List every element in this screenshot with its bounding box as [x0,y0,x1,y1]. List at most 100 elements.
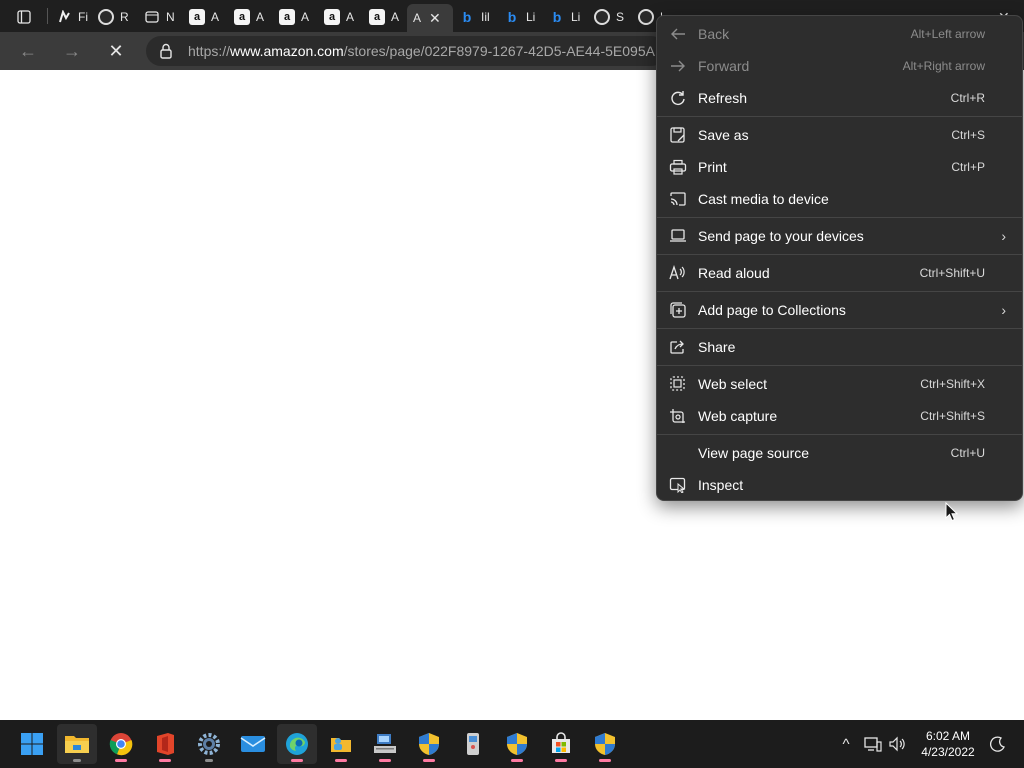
tab-separator [47,8,48,24]
focus-moon-icon [990,736,1005,752]
close-tab-icon[interactable]: ✕ [429,10,441,27]
amazon-icon: a [279,9,295,25]
menu-item-web-capture[interactable]: Web capture Ctrl+Shift+S [657,400,1022,432]
menu-item-forward[interactable]: Forward Alt+Right arrow [657,50,1022,82]
menu-item-label: Print [698,159,727,175]
web-select-icon [670,376,685,391]
tab[interactable]: aA [363,4,407,30]
tab-title: S [616,10,625,24]
menu-item-refresh[interactable]: Refresh Ctrl+R [657,82,1022,114]
volume-button[interactable] [888,734,908,754]
menu-item-print[interactable]: Print Ctrl+P [657,151,1022,183]
tab[interactable]: N [138,4,182,30]
menu-item-shortcut: Ctrl+Shift+S [920,409,985,423]
tab-title: Iil [481,10,490,24]
edge-icon [286,733,308,755]
running-indicator [423,759,435,762]
tab[interactable]: b Li [498,4,542,30]
taskbar-office[interactable] [145,724,185,764]
tab[interactable]: Fi [50,4,92,30]
taskbar-remote[interactable] [453,724,493,764]
menu-item-cast-media[interactable]: Cast media to device [657,183,1022,215]
tab-active[interactable]: A ✕ [407,4,453,32]
remote-icon [467,733,479,755]
url-domain: www.amazon.com [230,43,344,59]
forward-arrow-icon [671,60,685,72]
tab-title: Li [526,10,536,24]
taskbar-network-computer[interactable] [365,724,405,764]
tab[interactable]: aA [273,4,317,30]
tab[interactable]: R [92,4,136,30]
cast-icon [670,192,686,206]
taskbar-settings[interactable] [189,724,229,764]
menu-item-inspect[interactable]: Inspect [657,469,1022,501]
save-as-icon [670,127,685,143]
inspect-icon [669,477,686,493]
back-arrow-icon [671,28,685,40]
taskbar-edge[interactable] [277,724,317,764]
menu-item-label: Inspect [698,477,744,493]
menu-item-shortcut: Ctrl+Shift+U [919,266,985,280]
taskbar-store[interactable] [541,724,581,764]
tab[interactable]: b Iil [453,4,497,30]
taskbar-file-explorer[interactable] [57,724,97,764]
tab[interactable]: b Li [543,4,587,30]
circle-logo-icon [594,9,610,25]
taskbar-mail[interactable] [233,724,273,764]
menu-item-label: Web select [698,376,767,392]
clock-time: 6:02 AM [925,729,971,743]
url-text[interactable]: https://www.amazon.com/stores/page/022F8… [188,43,658,59]
tab-title: A [413,11,422,25]
network-icon [864,737,882,752]
forward-button[interactable]: → [58,37,86,65]
address-bar[interactable]: https://www.amazon.com/stores/page/022F8… [146,36,666,66]
read-aloud-icon [669,265,685,280]
menu-item-view-source[interactable]: View page source Ctrl+U [657,437,1022,469]
menu-item-shortcut: Alt+Left arrow [910,27,985,41]
show-hidden-icons-button[interactable]: ^ [836,734,856,754]
menu-item-label: Back [698,26,730,42]
running-indicator [555,759,567,762]
menu-separator [657,365,1022,366]
print-icon [669,159,687,175]
network-status-button[interactable] [863,734,883,754]
web-capture-icon [670,409,685,423]
collections-icon [670,302,686,318]
tab[interactable]: S [588,4,632,30]
stop-loading-button[interactable]: ✕ [102,37,130,65]
notifications-button[interactable] [988,734,1008,754]
forward-arrow-icon: → [63,40,81,61]
mail-icon [240,736,266,752]
menu-item-web-select[interactable]: Web select Ctrl+Shift+X [657,368,1022,400]
office-icon [157,733,174,755]
menu-item-label: Share [698,339,736,355]
tab[interactable]: aA [183,4,227,30]
file-explorer-icon [65,736,89,753]
menu-item-save-as[interactable]: Save as Ctrl+S [657,119,1022,151]
store-icon [552,732,570,753]
url-scheme: https:// [188,43,231,59]
running-indicator [335,759,347,762]
menu-item-read-aloud[interactable]: Read aloud Ctrl+Shift+U [657,257,1022,289]
tab-actions-icon [17,10,31,24]
menu-item-add-to-collections[interactable]: Add page to Collections › [657,294,1022,326]
running-indicator [73,759,81,762]
taskbar-uac-shield[interactable] [409,724,449,764]
tab[interactable]: aA [318,4,362,30]
back-button[interactable]: ← [14,37,42,65]
menu-item-send-to-devices[interactable]: Send page to your devices › [657,220,1022,252]
menu-item-back[interactable]: Back Alt+Left arrow [657,18,1022,50]
mouse-cursor-icon [945,502,959,522]
bing-icon: b [552,9,562,25]
menu-item-share[interactable]: Share [657,331,1022,363]
taskbar-clock[interactable]: 6:02 AM 4/23/2022 [912,728,984,760]
taskbar-uac-shield[interactable] [585,724,625,764]
start-button[interactable] [12,724,52,764]
tab-title: Li [571,10,581,24]
settings-icon [198,733,220,755]
taskbar-user-folder[interactable] [321,724,361,764]
tab[interactable]: aA [228,4,272,30]
taskbar-chrome[interactable] [101,724,141,764]
tab-actions-menu-button[interactable] [10,7,38,27]
taskbar-uac-shield[interactable] [497,724,537,764]
